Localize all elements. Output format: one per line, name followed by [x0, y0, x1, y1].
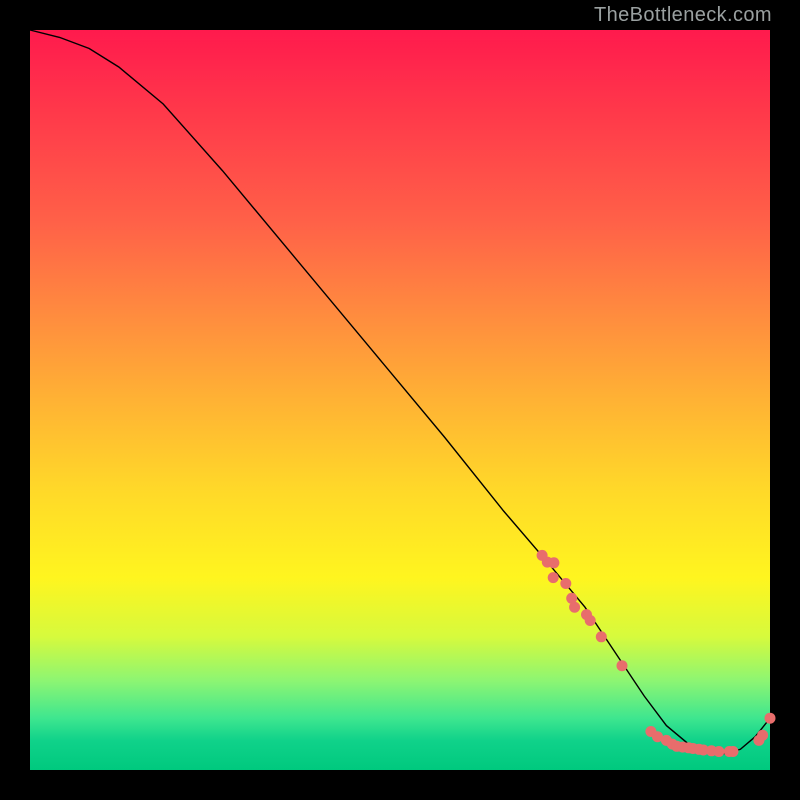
chart-area — [30, 30, 770, 770]
data-point — [617, 660, 628, 671]
bottleneck-curve — [30, 30, 770, 754]
data-point — [713, 746, 724, 757]
data-point — [548, 557, 559, 568]
watermark-text: TheBottleneck.com — [594, 4, 772, 27]
frame: TheBottleneck.com — [0, 0, 800, 800]
data-point — [569, 602, 580, 613]
data-point — [728, 746, 739, 757]
data-point — [765, 713, 776, 724]
data-point — [757, 730, 768, 741]
data-point — [585, 615, 596, 626]
data-point — [560, 578, 571, 589]
chart-svg — [30, 30, 770, 770]
data-point — [548, 572, 559, 583]
data-point — [596, 631, 607, 642]
